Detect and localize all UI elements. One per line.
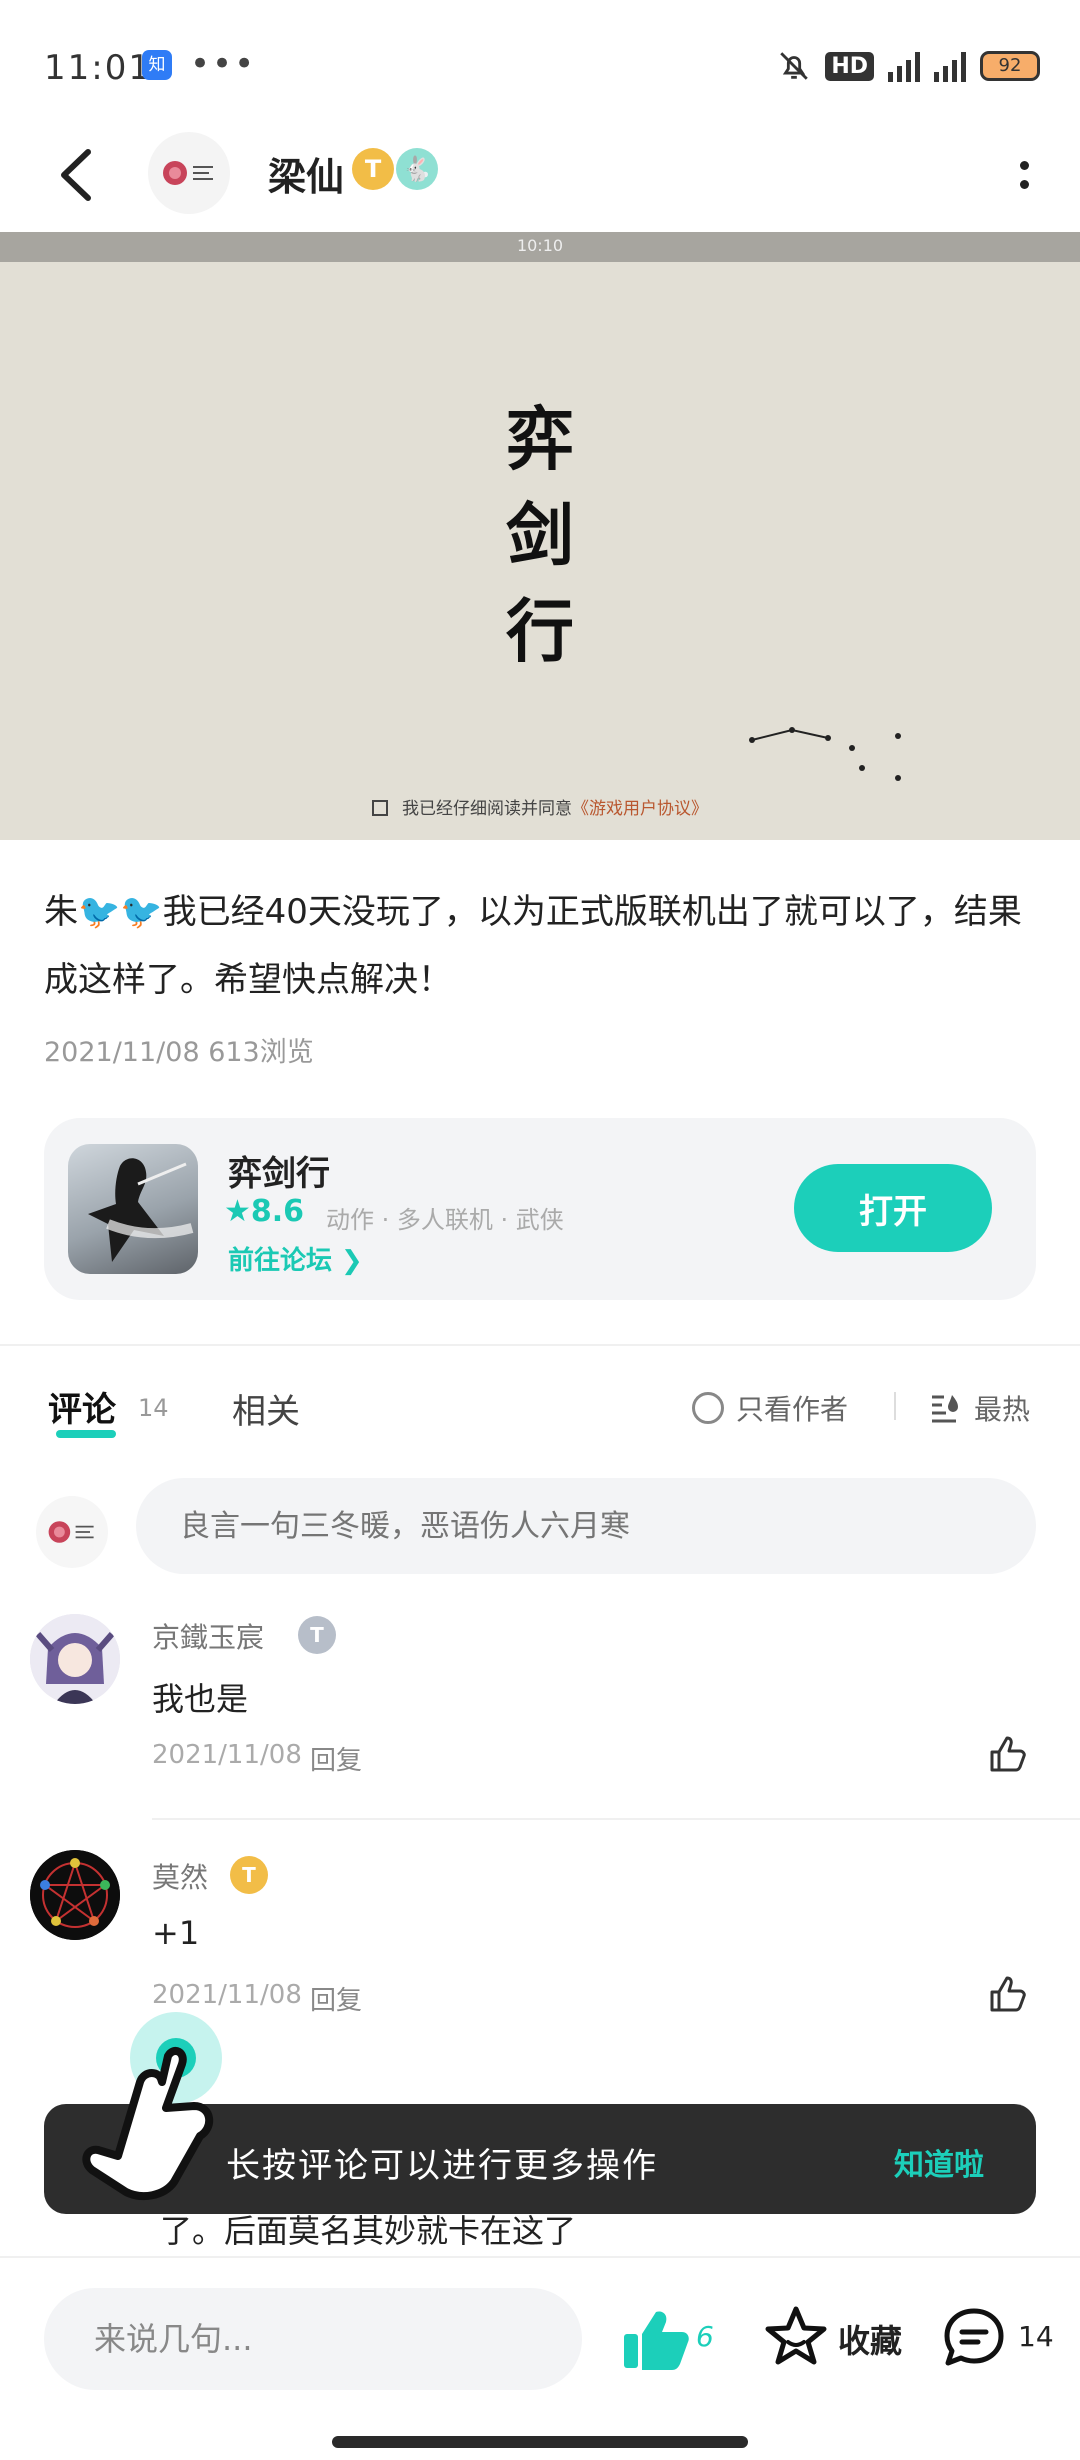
like-icon[interactable] — [986, 1972, 1030, 2016]
app-notification-icon: 知 — [142, 50, 172, 80]
sort-hot-icon — [932, 1395, 958, 1423]
signal-icon — [934, 50, 966, 82]
status-bar: 11:01 知 ••• HD 92 — [0, 0, 1080, 130]
commenter-name[interactable]: 莫然 — [152, 1856, 208, 1896]
tab-active-indicator — [56, 1430, 116, 1438]
comment-count: 14 — [138, 1394, 169, 1422]
game-tags: 动作 · 多人联机 · 武侠 — [326, 1206, 564, 1234]
like-icon[interactable] — [986, 1732, 1030, 1776]
sort-label: 最热 — [974, 1393, 1031, 1426]
constellation-decoration — [749, 727, 901, 781]
like-count: 6 — [696, 2320, 714, 2353]
author-name[interactable]: 梁仙 — [268, 146, 344, 201]
tab-related[interactable]: 相关 — [232, 1384, 300, 1433]
toast-dismiss-button[interactable]: 知道啦 — [894, 2140, 984, 2184]
section-divider — [0, 1344, 1080, 1346]
star-favorite-icon[interactable] — [764, 2304, 828, 2368]
image-status-time: 10:10 — [516, 236, 564, 255]
comment-count-bottom: 14 — [1018, 2320, 1054, 2353]
status-right: HD 92 — [777, 46, 1040, 86]
forum-link[interactable]: 前往论坛 ❯ — [228, 1240, 363, 1277]
bottom-comment-input[interactable]: 来说几句... — [44, 2288, 582, 2390]
favorite-label[interactable]: 收藏 — [838, 2316, 902, 2362]
tap-hint-hand-icon — [82, 2012, 222, 2201]
title-char: 剑 — [505, 496, 574, 576]
post-meta: 2021/11/08 613浏览 — [44, 1037, 314, 1068]
reply-button[interactable]: 回复 — [310, 1740, 362, 1777]
title-char: 弈 — [505, 400, 574, 480]
post-body: 朱🐦🐦我已经40天没玩了，以为正式版联机出了就可以了，结果成这样了。希望快点解决… — [44, 892, 1022, 1000]
image-agreement-text: 我已经仔细阅读并同意《游戏用户协议》 — [0, 794, 1080, 819]
game-rating: ★8.6 — [224, 1194, 305, 1229]
back-arrow-icon[interactable] — [48, 140, 108, 210]
comment-input[interactable] — [136, 1478, 1036, 1574]
title-char: 行 — [505, 592, 574, 672]
bottom-action-bar: 来说几句... 6 收藏 14 — [0, 2256, 1080, 2460]
level-badge: T — [352, 148, 394, 190]
user-logo-icon — [48, 1521, 94, 1543]
like-filled-icon[interactable] — [620, 2306, 690, 2372]
commenter-avatar[interactable] — [30, 1850, 120, 1940]
comment-bubble-icon[interactable] — [942, 2306, 1006, 2368]
tab-comments[interactable]: 评论 — [48, 1382, 116, 1431]
game-name[interactable]: 弈剑行 — [228, 1146, 330, 1195]
radio-icon — [692, 1392, 724, 1424]
author-avatar[interactable] — [148, 132, 230, 214]
post-image[interactable]: 10:10 弈 剑 行 我已经仔细阅读并同意《游戏用户协议》 — [0, 232, 1080, 840]
author-only-label: 只看作者 — [736, 1393, 849, 1426]
checkbox-icon — [372, 800, 388, 816]
commenter-level-badge: T — [230, 1856, 268, 1894]
mute-bell-icon — [780, 52, 809, 80]
sort-button[interactable]: 最热 — [928, 1388, 1030, 1428]
author-logo-icon — [163, 161, 213, 185]
rabbit-badge-icon: 🐇 — [396, 148, 438, 190]
commenter-level-badge: T — [298, 1616, 336, 1654]
my-avatar — [36, 1496, 108, 1568]
toast-text: 长按评论可以进行更多操作 — [226, 2146, 658, 2186]
more-notifications-icon: ••• — [190, 44, 257, 84]
image-game-title: 弈 剑 行 — [500, 392, 580, 680]
post-header: 梁仙 T 🐇 — [0, 120, 1080, 230]
reply-button[interactable]: 回复 — [310, 1980, 362, 2017]
hd-network-icon: HD — [825, 51, 874, 81]
comment-text: 我也是 — [152, 1680, 249, 1718]
author-only-toggle[interactable]: 只看作者 — [692, 1388, 848, 1428]
comment-divider — [152, 1818, 1080, 1820]
home-indicator[interactable] — [332, 2436, 748, 2448]
battery-icon: 92 — [980, 51, 1040, 81]
game-card[interactable]: 弈剑行 ★8.6 动作 · 多人联机 · 武侠 前往论坛 ❯ 打开 — [44, 1118, 1036, 1300]
image-status-bar: 10:10 — [0, 232, 1080, 262]
more-vertical-icon[interactable] — [1004, 150, 1044, 200]
sort-separator — [894, 1392, 896, 1420]
signal-icon — [888, 50, 920, 82]
game-icon[interactable] — [68, 1144, 198, 1274]
status-time: 11:01 — [44, 48, 152, 88]
commenter-avatar[interactable] — [30, 1614, 120, 1704]
open-game-button[interactable]: 打开 — [794, 1164, 992, 1252]
commenter-name[interactable]: 京鐵玉宸 — [152, 1616, 264, 1656]
comment-date: 2021/11/08 — [152, 1740, 302, 1770]
comment-text: +1 — [152, 1914, 200, 1952]
comment-date: 2021/11/08 — [152, 1980, 302, 2010]
